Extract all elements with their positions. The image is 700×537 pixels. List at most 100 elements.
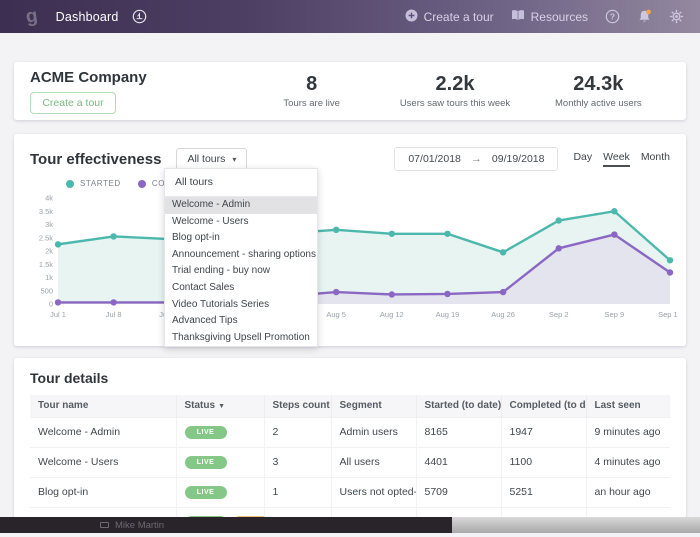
column-header[interactable]: Started (to date)	[416, 395, 501, 417]
column-header[interactable]: Segment	[331, 395, 416, 417]
nav-create-tour-button[interactable]: Create a tour	[405, 9, 494, 25]
granularity-month[interactable]: Month	[641, 151, 670, 167]
svg-text:Aug 19: Aug 19	[436, 310, 460, 319]
svg-text:?: ?	[610, 11, 615, 21]
status-cell: LIVE	[176, 417, 264, 447]
tour-name-cell[interactable]: Welcome - Users	[30, 447, 176, 477]
svg-text:4k: 4k	[45, 194, 53, 203]
svg-text:Jul 8: Jul 8	[106, 310, 122, 319]
last-seen-cell: 9 minutes ago	[586, 417, 670, 447]
company-summary-card: ACME Company Create a tour 8 Tours are l…	[14, 62, 686, 120]
svg-text:2.5k: 2.5k	[39, 233, 53, 242]
svg-text:2k: 2k	[45, 247, 53, 256]
legend-dot	[66, 180, 74, 188]
section-title-details: Tour details	[30, 370, 670, 386]
segment-cell: All users	[331, 447, 416, 477]
plus-circle-icon	[405, 9, 418, 25]
notifications-bell-icon[interactable]	[637, 9, 652, 24]
table-row[interactable]: Welcome - UsersLIVE3All users440111004 m…	[30, 447, 670, 477]
dropdown-item[interactable]: Announcement - sharing options	[165, 247, 317, 264]
last-seen-cell: an hour ago	[586, 477, 670, 507]
table-row[interactable]: Blog opt-inLIVE1Users not opted-in570952…	[30, 477, 670, 507]
company-name: ACME Company	[30, 69, 147, 86]
svg-text:Aug 5: Aug 5	[326, 310, 346, 319]
tour-effectiveness-card: Tour effectiveness All tours ▾ 07/01/201…	[14, 134, 686, 346]
arrow-right-icon: →	[471, 153, 482, 165]
dropdown-item[interactable]: Video Tutorials Series	[165, 297, 317, 314]
granularity-week[interactable]: Week	[603, 151, 630, 167]
completed-cell: 1947	[501, 417, 586, 447]
steps-cell: 2	[264, 417, 331, 447]
status-badge-live: LIVE	[185, 426, 227, 439]
stat-label: Monthly active users	[527, 98, 670, 109]
stats-row: 8 Tours are live2.2k Users saw tours thi…	[240, 73, 670, 109]
nav-create-tour-label: Create a tour	[424, 10, 494, 24]
create-tour-button[interactable]: Create a tour	[30, 92, 116, 114]
stat-value: 2.2k	[383, 73, 526, 95]
svg-text:Sep 2: Sep 2	[549, 310, 569, 319]
status-cell: LIVE	[176, 477, 264, 507]
date-range-picker[interactable]: 07/01/2018 → 09/19/2018	[394, 147, 558, 171]
steps-cell: 3	[264, 447, 331, 477]
stat-label: Tours are live	[240, 98, 383, 109]
svg-text:3.5k: 3.5k	[39, 207, 53, 216]
svg-text:Aug 26: Aug 26	[491, 310, 515, 319]
svg-text:Sep 16: Sep 16	[658, 310, 678, 319]
tour-name-cell[interactable]: Blog opt-in	[30, 477, 176, 507]
dropdown-item[interactable]: Blog opt-in	[165, 230, 317, 247]
granularity-day[interactable]: Day	[573, 151, 592, 167]
presenter-name-bar: Mike Martin	[0, 517, 452, 533]
nav-dashboard-link[interactable]: Dashboard	[56, 10, 119, 24]
legend-item-started: STARTED	[66, 179, 121, 188]
compass-icon[interactable]	[132, 9, 147, 24]
top-navbar: g Dashboard Create a tour Resources ?	[0, 0, 700, 33]
table-row[interactable]: Welcome - AdminLIVE2Admin users816519479…	[30, 417, 670, 447]
completed-cell: 5251	[501, 477, 586, 507]
svg-text:Aug 12: Aug 12	[380, 310, 404, 319]
settings-gear-icon[interactable]	[669, 9, 684, 24]
started-cell: 5709	[416, 477, 501, 507]
tour-filter-dropdown-menu: All tours Welcome - AdminWelcome - Users…	[164, 168, 318, 347]
date-from-value[interactable]: 07/01/2018	[408, 153, 461, 165]
stat: 24.3k Monthly active users	[527, 73, 670, 109]
svg-text:1k: 1k	[45, 273, 53, 282]
nav-resources-link[interactable]: Resources	[511, 9, 588, 24]
status-badge-live: LIVE	[185, 486, 227, 499]
date-to-value[interactable]: 09/19/2018	[492, 153, 545, 165]
dropdown-item[interactable]: Welcome - Admin	[165, 197, 317, 214]
tour-name-cell[interactable]: Welcome - Admin	[30, 417, 176, 447]
overlay-gradient	[452, 517, 700, 533]
column-header[interactable]: Completed (to date)	[501, 395, 586, 417]
column-header[interactable]: Steps count	[264, 395, 331, 417]
stat: 8 Tours are live	[240, 73, 383, 109]
tour-filter-value: All tours	[187, 153, 225, 165]
column-header[interactable]: Last seen	[586, 395, 670, 417]
dropdown-item[interactable]: Contact Sales	[165, 280, 317, 297]
column-header[interactable]: Status▼	[176, 395, 264, 417]
svg-text:Jul 1: Jul 1	[50, 310, 66, 319]
dropdown-item-all-tours[interactable]: All tours	[165, 169, 317, 197]
help-icon[interactable]: ?	[605, 9, 620, 24]
granularity-toggle: Day Week Month	[573, 151, 670, 167]
app-logo-icon[interactable]: g	[25, 5, 40, 28]
dropdown-item[interactable]: Trial ending - buy now	[165, 263, 317, 280]
tour-details-table: Tour nameStatus▼Steps countSegmentStarte…	[30, 395, 670, 537]
status-cell: LIVE	[176, 447, 264, 477]
started-cell: 4401	[416, 447, 501, 477]
effectiveness-line-chart: 05001k1.5k2k2.5k3k3.5k4kJul 1Jul 8Jul 15…	[28, 192, 678, 324]
started-cell: 8165	[416, 417, 501, 447]
sort-desc-icon: ▼	[218, 403, 225, 410]
dropdown-item[interactable]: Advanced Tips	[165, 313, 317, 330]
stat: 2.2k Users saw tours this week	[383, 73, 526, 109]
tour-filter-dropdown-button[interactable]: All tours ▾	[176, 148, 247, 170]
book-icon	[511, 9, 525, 24]
completed-cell: 1100	[501, 447, 586, 477]
svg-text:3k: 3k	[45, 220, 53, 229]
dropdown-item[interactable]: Welcome - Users	[165, 214, 317, 231]
stat-value: 8	[240, 73, 383, 95]
chevron-down-icon: ▾	[232, 155, 236, 164]
column-header[interactable]: Tour name	[30, 395, 176, 417]
svg-text:500: 500	[40, 286, 53, 295]
stat-value: 24.3k	[527, 73, 670, 95]
dropdown-item[interactable]: Thanksgiving Upsell Promotion	[165, 330, 317, 347]
